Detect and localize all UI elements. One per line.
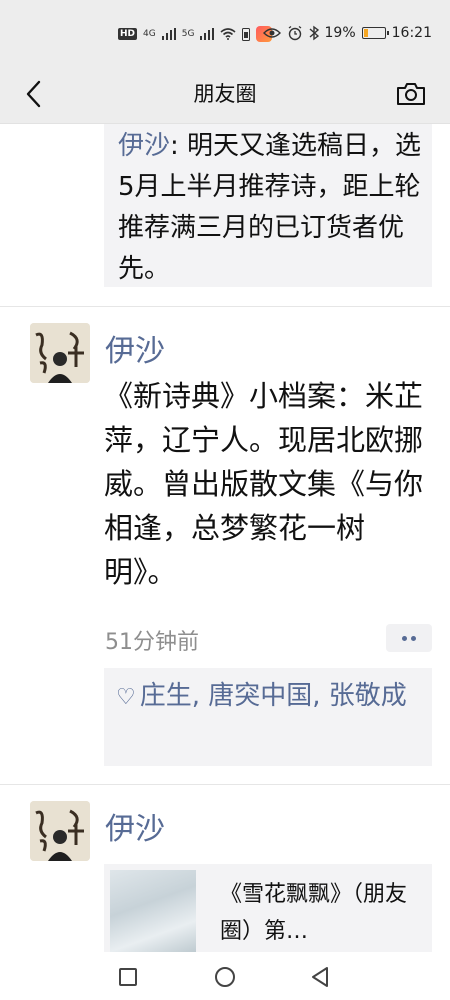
page-title: 朋友圈 <box>193 82 257 106</box>
battery-fill <box>363 29 368 37</box>
cell-signal-icon <box>161 28 176 40</box>
comment-box: 伊沙: 明天又逢选稿日，选5月上半月推荐诗，距上轮推荐满三月的已订货者优先。 <box>104 124 432 287</box>
likes-list[interactable]: 庄生, 唐突中国, 张敬成 <box>140 681 407 711</box>
avatar-image <box>30 323 90 383</box>
shared-article-card[interactable]: 《雪花飘飘》（朋友圈）第… <box>104 864 432 952</box>
status-bar: HD 4G 5G 19% 16:21 <box>0 0 450 66</box>
hd-badge: HD <box>118 28 138 40</box>
battery-percent: 19% <box>324 25 356 41</box>
alarm-icon <box>288 25 301 41</box>
system-nav-bar <box>0 952 450 1000</box>
circle-icon <box>215 967 235 987</box>
bluetooth-icon <box>309 25 319 41</box>
heart-icon: ♡ <box>116 685 136 710</box>
status-right-icons: 19% 16:21 <box>262 22 432 44</box>
status-left-icons: HD 4G 5G <box>118 24 273 44</box>
article-thumbnail <box>110 870 196 952</box>
avatar[interactable] <box>30 323 90 383</box>
home-button[interactable] <box>210 962 240 992</box>
article-title: 《雪花飘飘》（朋友圈）第… <box>220 882 408 944</box>
dot-icon <box>402 635 407 641</box>
likes-box: ♡ 庄生, 唐突中国, 张敬成 <box>104 668 432 766</box>
avatar-image <box>30 801 90 861</box>
camera-icon <box>397 83 425 105</box>
wifi-icon <box>220 28 236 40</box>
moments-feed[interactable]: 伊沙: 明天又逢选稿日，选5月上半月推荐诗，距上轮推荐满三月的已订货者优先。 伊… <box>0 124 450 952</box>
post-username[interactable]: 伊沙 <box>105 326 165 370</box>
recent-apps-button[interactable] <box>113 962 143 992</box>
back-nav-button[interactable] <box>305 962 335 992</box>
triangle-back-icon <box>312 967 328 987</box>
title-bar: 朋友圈 <box>0 66 450 124</box>
comment-author[interactable]: 伊沙 <box>118 131 170 161</box>
avatar[interactable] <box>30 801 90 861</box>
signal-4g-label: 4G <box>143 29 156 39</box>
clock-time: 16:21 <box>391 25 432 41</box>
camera-button[interactable] <box>394 76 428 112</box>
post-text: 《新诗典》小档案：米芷萍，辽宁人。现居北欧挪威。曾出版散文集《与你相逢，总梦繁花… <box>104 379 424 589</box>
signal-5g-label: 5G <box>181 29 195 39</box>
more-actions-button[interactable] <box>386 624 432 652</box>
battery-icon <box>361 27 389 39</box>
post-username[interactable]: 伊沙 <box>105 804 165 848</box>
square-icon <box>119 968 137 986</box>
post-divider <box>0 306 450 307</box>
post-timestamp: 51分钟前 <box>105 630 199 655</box>
dot-icon <box>411 635 416 641</box>
sim-icon <box>242 27 251 41</box>
eye-icon <box>262 28 281 38</box>
comment-entry[interactable]: 伊沙: 明天又逢选稿日，选5月上半月推荐诗，距上轮推荐满三月的已订货者优先。 <box>118 126 422 290</box>
cell-signal-icon <box>200 28 215 40</box>
post-divider <box>0 784 450 785</box>
